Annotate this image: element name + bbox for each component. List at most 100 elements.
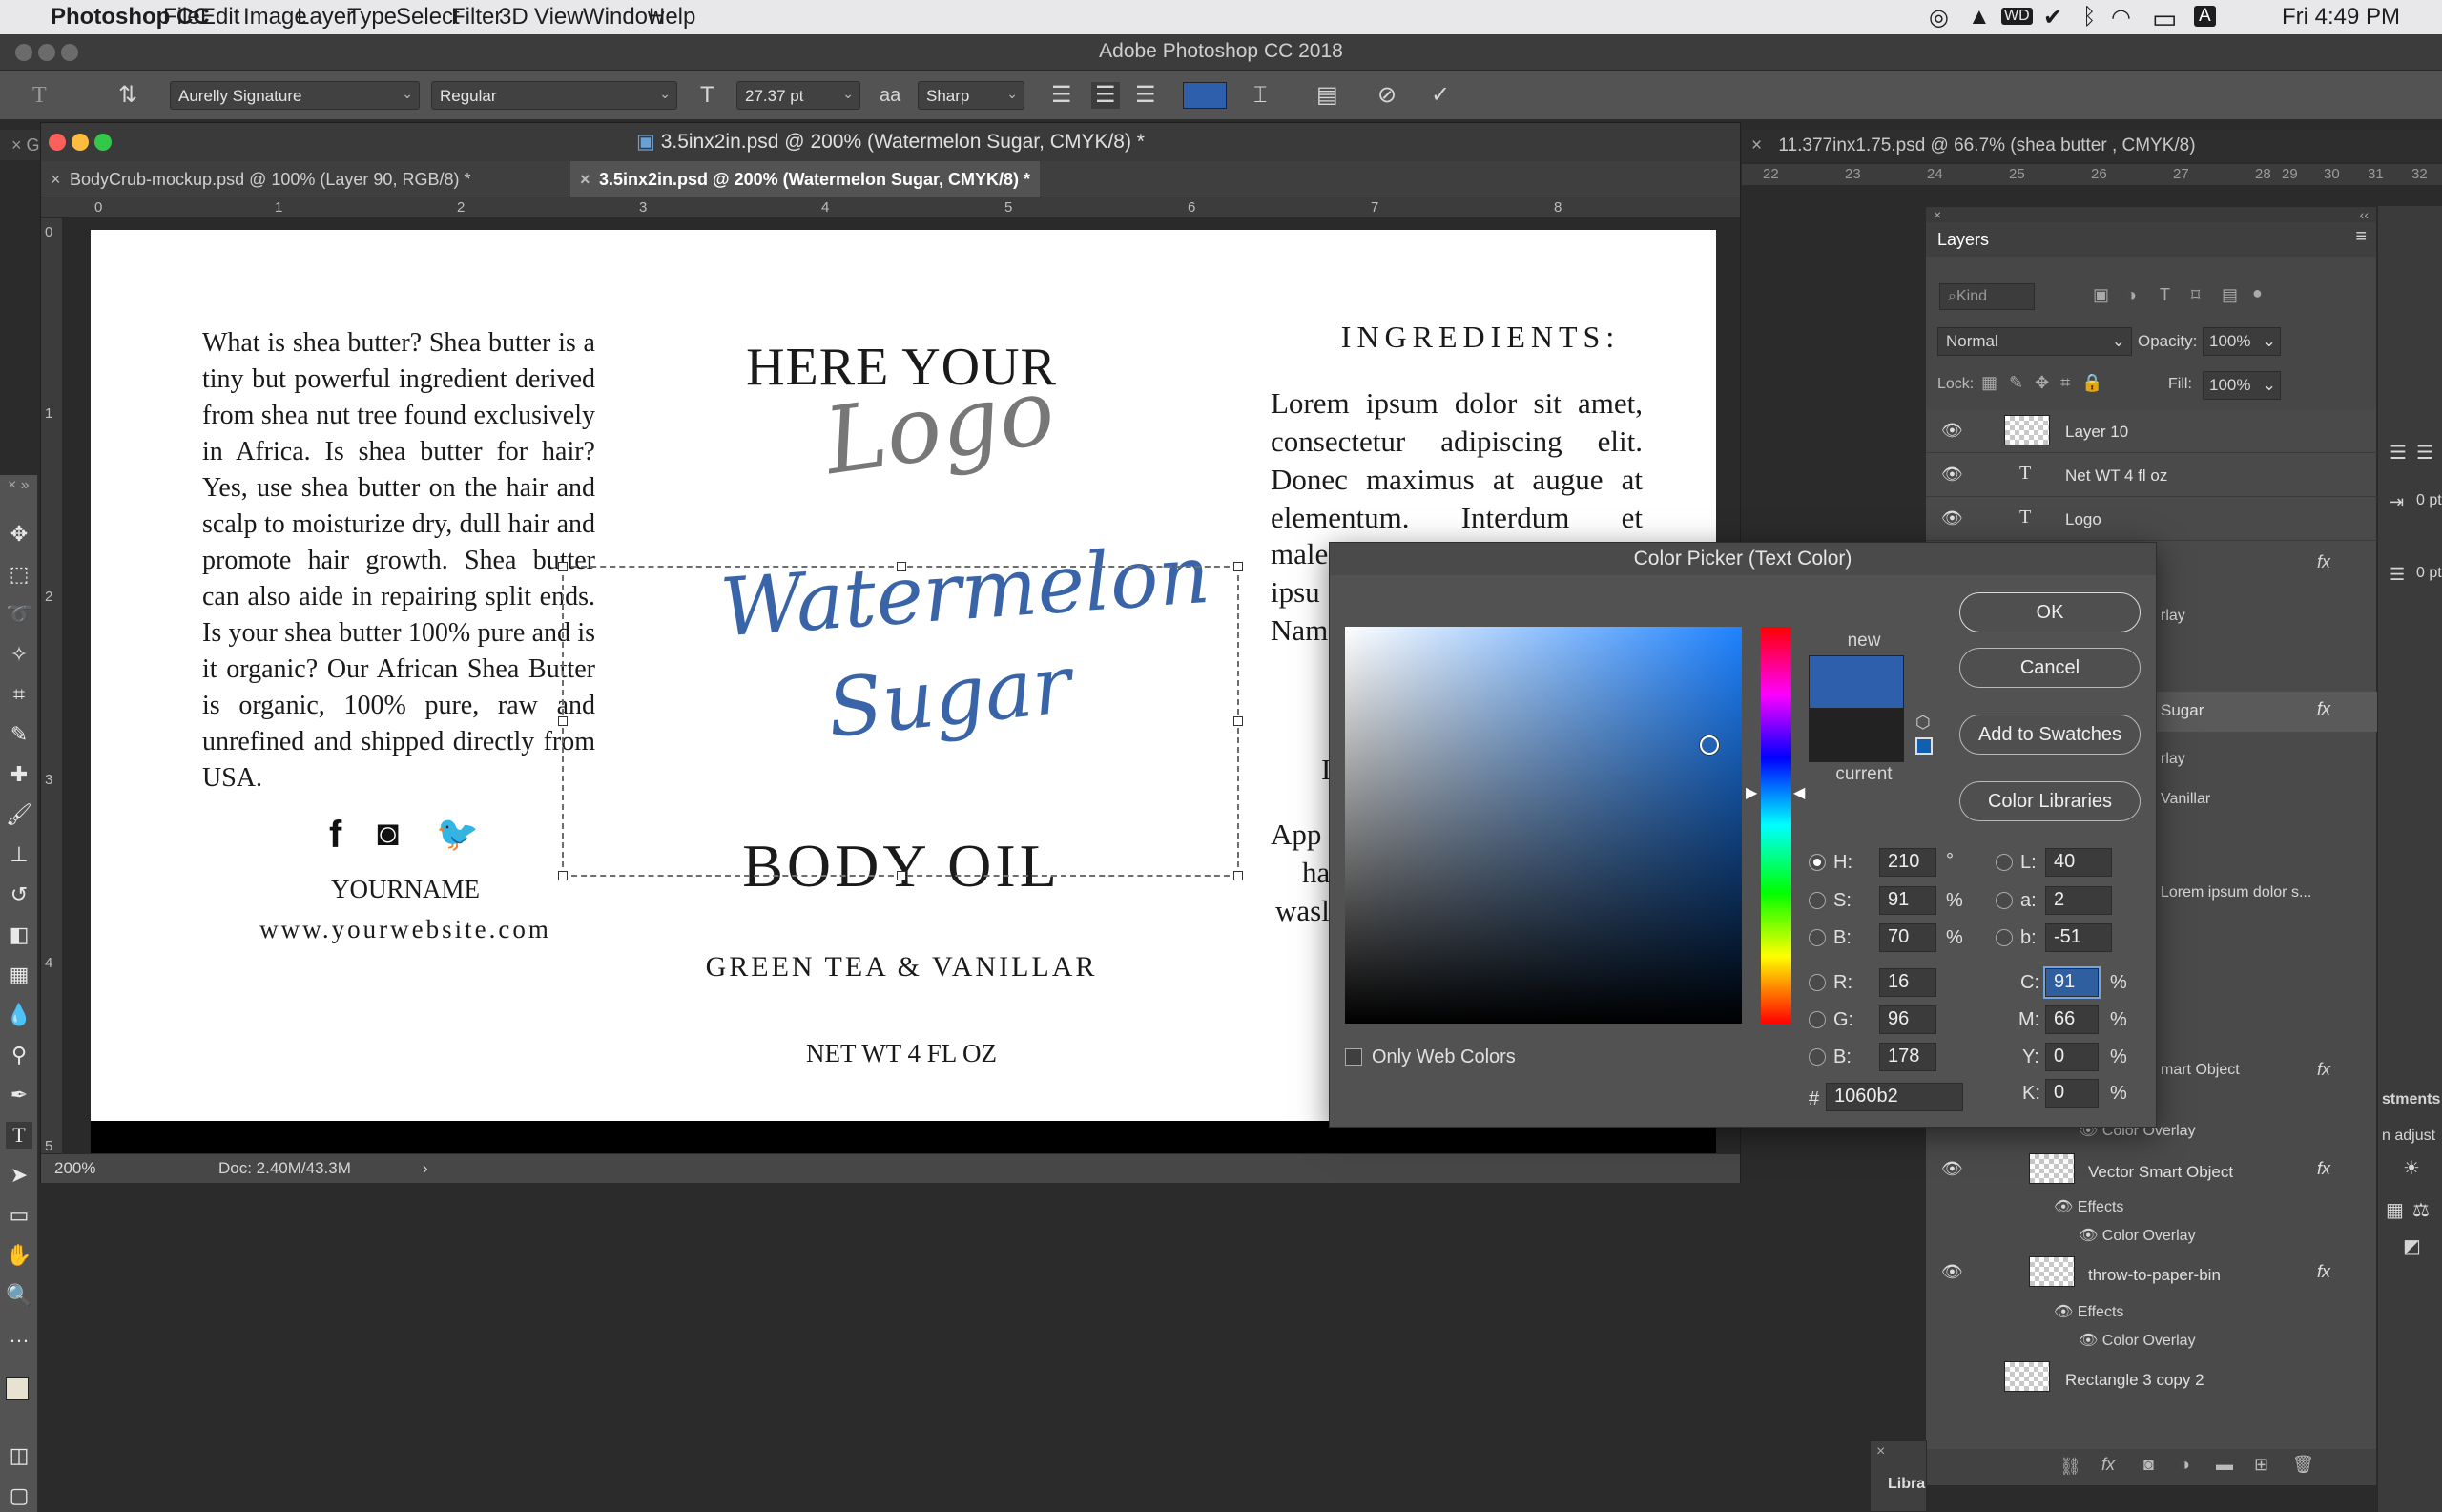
a-channel-field[interactable]: 2 bbox=[2045, 886, 2112, 915]
layer-name[interactable]: Layer 10 bbox=[2065, 423, 2128, 442]
healing-brush-tool-icon[interactable]: ✚ bbox=[6, 761, 32, 788]
collapse-icon[interactable]: × » bbox=[8, 477, 30, 494]
hue-slider-right-arrow[interactable]: ◀ bbox=[1793, 783, 1805, 802]
magic-wand-tool-icon[interactable]: ✧ bbox=[6, 641, 32, 668]
tab-bodycrub[interactable]: × BodyCrub-mockup.psd @ 100% (Layer 90, R… bbox=[41, 161, 480, 197]
filter-kind-dropdown[interactable]: ⌕Kind bbox=[1939, 283, 2035, 310]
font-size-dropdown[interactable]: 27.37 pt ⌄ bbox=[736, 81, 860, 110]
hue-field[interactable]: 210 bbox=[1879, 848, 1936, 877]
add-mask-icon[interactable]: ◙ bbox=[2143, 1455, 2154, 1475]
opacity-field[interactable]: 100% ⌄ bbox=[2203, 327, 2281, 356]
input-source-icon[interactable]: A bbox=[2194, 6, 2216, 27]
saturation-brightness-field[interactable] bbox=[1345, 627, 1742, 1024]
space-before-icon[interactable]: ☰ bbox=[2390, 565, 2405, 585]
saturation-field[interactable]: 91 bbox=[1879, 886, 1936, 915]
close-doc-button[interactable] bbox=[49, 134, 66, 151]
red-field[interactable]: 16 bbox=[1879, 968, 1936, 997]
green-field[interactable]: 96 bbox=[1879, 1005, 1936, 1034]
new-group-icon[interactable]: ▬ bbox=[2216, 1455, 2233, 1475]
transform-handle[interactable] bbox=[897, 562, 906, 571]
yellow-field[interactable]: 0 bbox=[2045, 1043, 2099, 1071]
color-overlay-row[interactable]: 👁 Color Overlay bbox=[2079, 1226, 2196, 1245]
dodge-tool-icon[interactable]: ⚲ bbox=[6, 1042, 32, 1068]
rectangle-tool-icon[interactable]: ▭ bbox=[6, 1202, 32, 1229]
creative-cloud-icon[interactable]: ◎ bbox=[1929, 4, 1949, 31]
green-radio[interactable] bbox=[1809, 1011, 1826, 1028]
marquee-tool-icon[interactable]: ⬚ bbox=[6, 561, 32, 588]
clock[interactable]: Fri 4:49 PM bbox=[2282, 4, 2400, 31]
a-channel-radio[interactable] bbox=[1996, 892, 2013, 909]
color-libraries-button[interactable]: Color Libraries bbox=[1959, 781, 2141, 821]
path-selection-tool-icon[interactable]: ➤ bbox=[6, 1162, 32, 1189]
menu-edit[interactable]: Edit bbox=[200, 4, 239, 31]
check-circle-icon[interactable]: ✔ bbox=[2043, 4, 2062, 31]
fx-icon[interactable]: fx bbox=[2317, 552, 2330, 572]
tab-3-5inx2in[interactable]: × 3.5inx2in.psd @ 200% (Watermelon Sugar,… bbox=[570, 161, 1041, 197]
type-tool-icon[interactable]: T bbox=[6, 1122, 32, 1149]
warning-icon[interactable]: ▲ bbox=[1968, 4, 1991, 31]
zoom-doc-button[interactable] bbox=[94, 134, 112, 151]
more-tools-icon[interactable]: … bbox=[6, 1322, 32, 1349]
effects-row[interactable]: 👁 Effects bbox=[2054, 1197, 2123, 1216]
status-arrow-icon[interactable]: › bbox=[423, 1159, 428, 1178]
hue-slider-left-arrow[interactable]: ▶ bbox=[1746, 783, 1757, 802]
screen-mode-icon[interactable]: ▢ bbox=[6, 1482, 32, 1509]
close-icon[interactable]: × bbox=[1751, 135, 1762, 155]
gradient-tool-icon[interactable]: ▦ bbox=[6, 962, 32, 988]
delete-layer-icon[interactable]: 🗑 bbox=[2292, 1455, 2314, 1475]
transform-handle[interactable] bbox=[558, 562, 568, 571]
menu-help[interactable]: Help bbox=[649, 4, 695, 31]
fx-icon[interactable]: fx bbox=[2317, 1262, 2330, 1282]
b-channel-radio[interactable] bbox=[1996, 929, 2013, 946]
only-web-colors-checkbox[interactable] bbox=[1345, 1048, 1362, 1066]
close-icon[interactable]: × bbox=[1876, 1443, 1885, 1460]
layer-row-logo[interactable]: 👁 T Logo bbox=[1926, 497, 2378, 541]
second-document-tab[interactable]: × 11.377inx1.75.psd @ 66.7% (shea butter… bbox=[1742, 130, 2442, 162]
align-center-icon[interactable]: ☰ bbox=[1091, 82, 1120, 109]
minimize-doc-button[interactable] bbox=[72, 134, 89, 151]
add-style-icon[interactable]: fx bbox=[2101, 1455, 2115, 1475]
transform-handle[interactable] bbox=[1233, 871, 1243, 880]
curves-icon[interactable]: ◩ bbox=[2403, 1234, 2421, 1258]
align-right-icon[interactable]: ☰ bbox=[1135, 82, 1156, 109]
stamp-tool-icon[interactable]: ⊥ bbox=[6, 841, 32, 868]
color-field-cursor[interactable] bbox=[1700, 735, 1719, 755]
saturation-radio[interactable] bbox=[1809, 892, 1826, 909]
adjustments-title[interactable]: stments bbox=[2382, 1091, 2440, 1108]
menu-3d[interactable]: 3D bbox=[499, 4, 528, 31]
fill-field[interactable]: 100% ⌄ bbox=[2203, 371, 2281, 400]
layer-row-rectangle-3-copy-2[interactable]: Rectangle 3 copy 2 bbox=[1926, 1356, 2378, 1399]
fx-icon[interactable]: fx bbox=[2317, 1159, 2330, 1179]
close-icon[interactable]: × bbox=[1934, 207, 1941, 222]
blend-mode-dropdown[interactable]: Normal ⌄ bbox=[1937, 327, 2132, 356]
layer-name[interactable]: throw-to-paper-bin bbox=[2088, 1266, 2221, 1285]
eraser-tool-icon[interactable]: ◧ bbox=[6, 922, 32, 948]
ok-button[interactable]: OK bbox=[1959, 592, 2141, 632]
type-tool-preset-icon[interactable]: T bbox=[32, 82, 47, 109]
layer-name[interactable]: Rectangle 3 copy 2 bbox=[2065, 1371, 2204, 1390]
brush-tool-icon[interactable]: 🖌 bbox=[6, 801, 32, 828]
add-to-swatches-button[interactable]: Add to Swatches bbox=[1959, 715, 2141, 755]
bluetooth-icon[interactable]: ᛒ bbox=[2082, 4, 2096, 31]
close-icon[interactable]: × bbox=[51, 161, 61, 197]
zoom-tool-icon[interactable]: 🔍 bbox=[6, 1282, 32, 1309]
cancel-button[interactable]: Cancel bbox=[1959, 648, 2141, 688]
doc-size[interactable]: Doc: 2.40M/43.3M bbox=[218, 1159, 351, 1178]
layer-row-throw-to-paper-bin[interactable]: 👁 throw-to-paper-bin fx bbox=[1926, 1254, 2378, 1298]
menu-filter[interactable]: Filter bbox=[451, 4, 502, 31]
fx-icon[interactable]: fx bbox=[2317, 1060, 2330, 1080]
lasso-tool-icon[interactable]: ➰ bbox=[6, 601, 32, 628]
visibility-eye-icon[interactable]: 👁 bbox=[1941, 1159, 1963, 1179]
panel-menu-icon[interactable]: ≡ bbox=[2355, 226, 2367, 248]
layer-row-vector-smart-object[interactable]: 👁 Vector Smart Object fx bbox=[1926, 1151, 2378, 1195]
levels-icon[interactable]: ▦ bbox=[2386, 1198, 2404, 1222]
transform-handle[interactable] bbox=[1233, 562, 1243, 571]
blue-field[interactable]: 178 bbox=[1879, 1043, 1936, 1071]
battery-icon[interactable]: ▭ bbox=[2152, 3, 2177, 34]
hue-slider[interactable] bbox=[1761, 627, 1791, 1024]
character-panel-icon[interactable]: ▤ bbox=[1316, 82, 1338, 109]
filter-adjustment-icon[interactable]: ◑ bbox=[2126, 285, 2137, 305]
new-adjustment-icon[interactable]: ◑ bbox=[2180, 1455, 2190, 1475]
brightness-radio[interactable] bbox=[1809, 929, 1826, 946]
brightness-field[interactable]: 70 bbox=[1879, 923, 1936, 952]
